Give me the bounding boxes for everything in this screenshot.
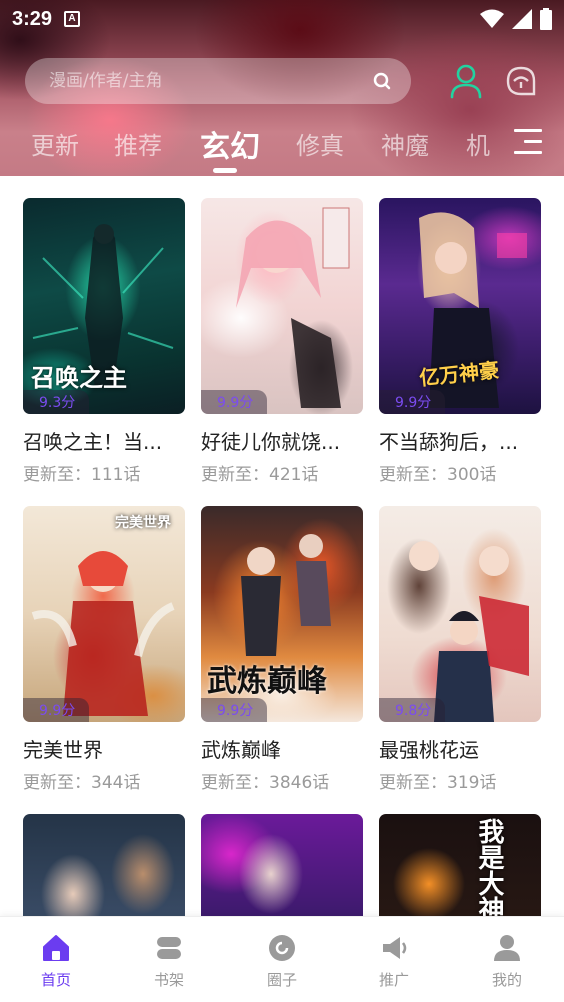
comic-cover bbox=[201, 814, 363, 916]
comic-cover bbox=[23, 814, 185, 916]
tab-recommend[interactable]: 推荐 bbox=[114, 126, 162, 161]
nav-label: 我的 bbox=[491, 971, 522, 989]
user-icon[interactable] bbox=[449, 63, 483, 99]
comic-title: 召唤之主！当... bbox=[23, 430, 163, 454]
comic-update: 更新至：344话 bbox=[23, 773, 141, 793]
tab-more-partial[interactable]: 机 bbox=[466, 126, 490, 161]
menu-icon[interactable] bbox=[512, 129, 542, 157]
home-icon bbox=[41, 933, 71, 963]
comic-cover: 召唤之主 9.3分 bbox=[23, 198, 185, 414]
comic-title: 不当舔狗后，... bbox=[379, 430, 519, 454]
comic-cover: 我是大神 bbox=[379, 814, 541, 916]
score-badge: 9.3分 bbox=[23, 390, 90, 414]
nav-label: 推广 bbox=[378, 971, 409, 989]
comic-update: 更新至：300话 bbox=[379, 465, 497, 485]
comic-card[interactable]: 9.9分 好徒儿你就饶... 更新至：421话 bbox=[201, 198, 363, 485]
header: 3:29 A 更新 推荐 玄幻 修真 神魔 机 bbox=[0, 0, 564, 176]
tab-update[interactable]: 更新 bbox=[31, 126, 79, 161]
cover-title: 完美世界 bbox=[115, 515, 171, 531]
comic-cover: 亿万神豪 9.9分 bbox=[379, 198, 541, 414]
megaphone-icon bbox=[379, 933, 409, 963]
circle-icon bbox=[267, 933, 297, 963]
nav-label: 首页 bbox=[40, 971, 71, 989]
status-icons bbox=[480, 8, 552, 30]
battery-icon bbox=[540, 8, 552, 30]
comic-card[interactable]: 亿万神豪 9.9分 不当舔狗后，... 更新至：300话 bbox=[379, 198, 541, 485]
message-icon[interactable] bbox=[504, 64, 538, 98]
comic-title: 好徒儿你就饶... bbox=[201, 430, 341, 454]
comic-card[interactable]: 9.8分 最强桃花运 更新至：319话 bbox=[379, 506, 541, 793]
search-input[interactable] bbox=[49, 71, 371, 91]
tab-xuanhuan[interactable]: 玄幻 bbox=[200, 122, 260, 166]
nav-profile[interactable]: 我的 bbox=[467, 933, 547, 990]
nav-label: 书架 bbox=[153, 971, 184, 989]
comic-grid: 召唤之主 9.3分 召唤之主！当... 更新至：111话 9.9分 好徒儿你就饶… bbox=[0, 176, 564, 916]
comic-card[interactable]: 武炼巅峰 9.9分 武炼巅峰 更新至：3846话 bbox=[201, 506, 363, 793]
wifi-icon bbox=[480, 9, 504, 28]
nav-home[interactable]: 首页 bbox=[16, 933, 96, 990]
score-badge: 9.8分 bbox=[379, 698, 446, 722]
comic-card[interactable]: 召唤之主 9.3分 召唤之主！当... 更新至：111话 bbox=[23, 198, 185, 485]
nav-circle[interactable]: 圈子 bbox=[242, 933, 322, 990]
comic-card[interactable]: 我是大神 bbox=[379, 814, 541, 916]
status-bar: 3:29 A bbox=[0, 0, 564, 38]
cover-title: 我是大神 bbox=[474, 818, 504, 916]
comic-update: 更新至：421话 bbox=[201, 465, 319, 485]
comic-card[interactable]: 完美世界 9.9分 完美世界 更新至：344话 bbox=[23, 506, 185, 793]
notification-icon: A bbox=[64, 11, 81, 27]
score-badge: 9.9分 bbox=[201, 698, 268, 722]
comic-cover: 9.8分 bbox=[379, 506, 541, 722]
nav-label: 圈子 bbox=[266, 971, 297, 989]
nav-promote[interactable]: 推广 bbox=[354, 933, 434, 990]
tab-xiuzhen[interactable]: 修真 bbox=[296, 126, 344, 161]
signal-icon bbox=[512, 9, 532, 29]
comic-update: 更新至：3846话 bbox=[201, 773, 330, 793]
nav-bookshelf[interactable]: 书架 bbox=[129, 933, 209, 990]
category-tabs: 更新 推荐 玄幻 修真 神魔 机 bbox=[0, 118, 564, 176]
bottom-nav: 首页 书架 圈子 推广 我的 bbox=[0, 916, 564, 1002]
score-badge: 9.9分 bbox=[201, 390, 268, 414]
comic-title: 武炼巅峰 bbox=[201, 738, 281, 762]
comic-update: 更新至：319话 bbox=[379, 773, 497, 793]
tab-shenmo[interactable]: 神魔 bbox=[381, 126, 429, 161]
search-bar[interactable] bbox=[25, 58, 411, 104]
comic-cover: 完美世界 9.9分 bbox=[23, 506, 185, 722]
cover-title: 召唤之主 bbox=[31, 363, 127, 392]
comic-title: 完美世界 bbox=[23, 738, 103, 762]
status-time: 3:29 bbox=[12, 7, 53, 30]
cover-title: 武炼巅峰 bbox=[207, 664, 327, 699]
comic-update: 更新至：111话 bbox=[23, 465, 141, 485]
comic-card[interactable] bbox=[201, 814, 363, 916]
bookshelf-icon bbox=[154, 933, 184, 963]
active-tab-indicator bbox=[213, 168, 237, 173]
comic-cover: 9.9分 bbox=[201, 198, 363, 414]
score-badge: 9.9分 bbox=[23, 698, 90, 722]
comic-title: 最强桃花运 bbox=[379, 738, 479, 762]
search-icon[interactable] bbox=[371, 70, 393, 92]
comic-card[interactable] bbox=[23, 814, 185, 916]
comic-cover: 武炼巅峰 9.9分 bbox=[201, 506, 363, 722]
score-badge: 9.9分 bbox=[379, 390, 446, 414]
profile-icon bbox=[492, 933, 522, 963]
